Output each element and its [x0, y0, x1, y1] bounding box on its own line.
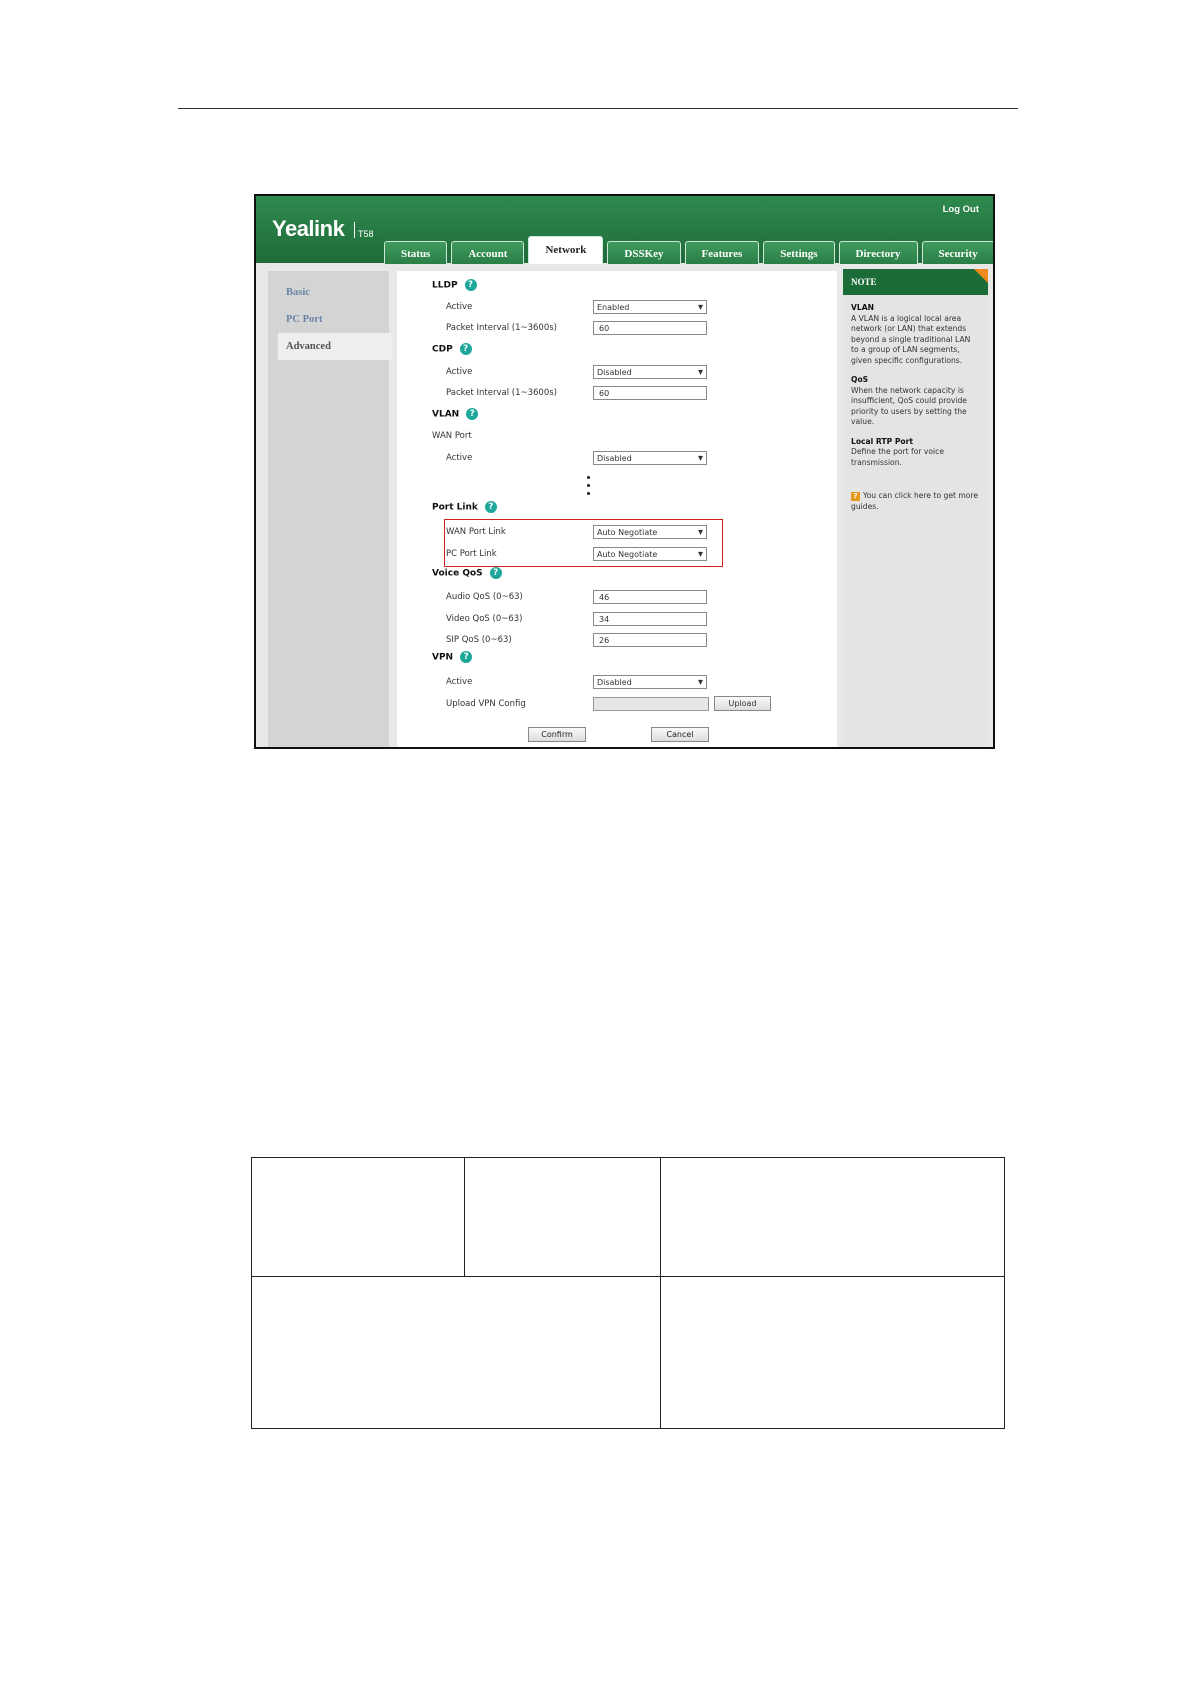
video-qos-input[interactable]: 34	[593, 612, 707, 626]
note-rtp-title: Local RTP Port	[851, 436, 913, 446]
pc-port-link-label: PC Port Link	[446, 549, 497, 559]
section-title: VLAN	[432, 409, 460, 420]
cancel-button[interactable]: Cancel	[651, 727, 709, 742]
yealink-logo: Yealink	[272, 216, 345, 241]
help-icon[interactable]: ?	[489, 567, 502, 579]
omitted-content-dots	[587, 476, 591, 500]
lldp-active-label: Active	[446, 302, 473, 312]
vlan-active-select[interactable]: Disabled	[593, 451, 707, 465]
table-cell	[251, 1157, 465, 1277]
guide-text: You can click here to get more guides.	[851, 491, 979, 511]
note-vlan-title: VLAN	[851, 303, 874, 312]
note-qos-title: QoS	[851, 375, 869, 384]
help-icon[interactable]: ?	[466, 408, 479, 420]
section-title: CDP	[432, 344, 453, 355]
model-label: T58	[354, 222, 374, 239]
tab-features[interactable]: Features	[684, 241, 760, 264]
cdp-active-select[interactable]: Disabled	[593, 365, 707, 379]
web-ui-screenshot: Yealink T58 Log Out Status Account Netwo…	[254, 194, 995, 749]
tab-settings[interactable]: Settings	[763, 241, 835, 264]
tab-network[interactable]: Network	[528, 236, 604, 264]
tab-security[interactable]: Security	[921, 241, 993, 264]
audio-qos-label: Audio QoS (0~63)	[446, 592, 523, 602]
upload-vpn-config-label: Upload VPN Config	[446, 699, 526, 709]
pc-port-link-select[interactable]: Auto Negotiate	[593, 547, 707, 561]
lldp-interval-label: Packet Interval (1~3600s)	[446, 323, 557, 333]
note-panel: NOTE VLAN A VLAN is a logical local area…	[843, 269, 988, 747]
confirm-button[interactable]: Confirm	[528, 727, 586, 742]
tab-dsskey[interactable]: DSSKey	[607, 241, 681, 264]
section-lldp: LLDP?	[432, 279, 477, 291]
header-bar: Yealink T58 Log Out Status Account Netwo…	[256, 196, 993, 264]
help-icon[interactable]: ?	[460, 651, 473, 663]
sidebar-item-pc-port[interactable]: PC Port	[268, 306, 389, 333]
guide-icon: ?	[851, 492, 860, 501]
section-title: Voice QoS	[432, 568, 483, 579]
section-vpn: VPN?	[432, 651, 473, 663]
section-title: Port Link	[432, 502, 478, 513]
upload-button[interactable]: Upload	[714, 696, 771, 711]
help-icon[interactable]: ?	[464, 279, 477, 291]
sidebar: Basic PC Port Advanced	[268, 271, 393, 747]
section-vlan: VLAN?	[432, 408, 479, 420]
wan-port-link-select[interactable]: Auto Negotiate	[593, 525, 707, 539]
logout-link[interactable]: Log Out	[943, 204, 979, 215]
table-cell	[251, 1276, 661, 1429]
lldp-active-select[interactable]: Enabled	[593, 300, 707, 314]
section-voice-qos: Voice QoS?	[432, 567, 502, 579]
main-tabs: Status Account Network DSSKey Features S…	[384, 236, 993, 264]
video-qos-label: Video QoS (0~63)	[446, 614, 523, 624]
wan-port-link-label: WAN Port Link	[446, 527, 506, 537]
guide-link[interactable]: ? You can click here to get more guides.	[851, 491, 980, 512]
vpn-active-label: Active	[446, 677, 473, 687]
table-cell	[464, 1157, 661, 1277]
settings-form: LLDP? Active Enabled Packet Interval (1~…	[397, 271, 837, 747]
page-header-rule	[178, 108, 1018, 109]
section-title: LLDP	[432, 280, 458, 291]
note-rtp-text: Define the port for voice transmission.	[851, 447, 945, 467]
tab-directory[interactable]: Directory	[838, 241, 918, 264]
vlan-active-label: Active	[446, 453, 473, 463]
section-cdp: CDP?	[432, 343, 472, 355]
section-title: VPN	[432, 652, 454, 663]
lldp-interval-input[interactable]: 60	[593, 321, 707, 335]
help-icon[interactable]: ?	[459, 343, 472, 355]
cdp-interval-label: Packet Interval (1~3600s)	[446, 388, 557, 398]
table-cell	[660, 1276, 1005, 1429]
tab-status[interactable]: Status	[384, 241, 448, 264]
vpn-file-input[interactable]	[593, 697, 709, 711]
sip-qos-label: SIP QoS (0~63)	[446, 635, 512, 645]
vlan-wan-port-label: WAN Port	[432, 431, 472, 441]
cdp-active-label: Active	[446, 367, 473, 377]
audio-qos-input[interactable]: 46	[593, 590, 707, 604]
sidebar-item-basic[interactable]: Basic	[268, 279, 389, 306]
note-qos-text: When the network capacity is insufficien…	[851, 385, 967, 427]
note-title: NOTE	[843, 269, 988, 295]
vpn-active-select[interactable]: Disabled	[593, 675, 707, 689]
cdp-interval-input[interactable]: 60	[593, 386, 707, 400]
sip-qos-input[interactable]: 26	[593, 633, 707, 647]
section-port-link: Port Link?	[432, 501, 497, 513]
note-vlan-text: A VLAN is a logical local area network (…	[851, 313, 971, 365]
table-cell	[660, 1157, 1005, 1277]
tab-account[interactable]: Account	[451, 241, 525, 264]
sidebar-item-advanced[interactable]: Advanced	[278, 333, 393, 360]
help-icon[interactable]: ?	[484, 501, 497, 513]
